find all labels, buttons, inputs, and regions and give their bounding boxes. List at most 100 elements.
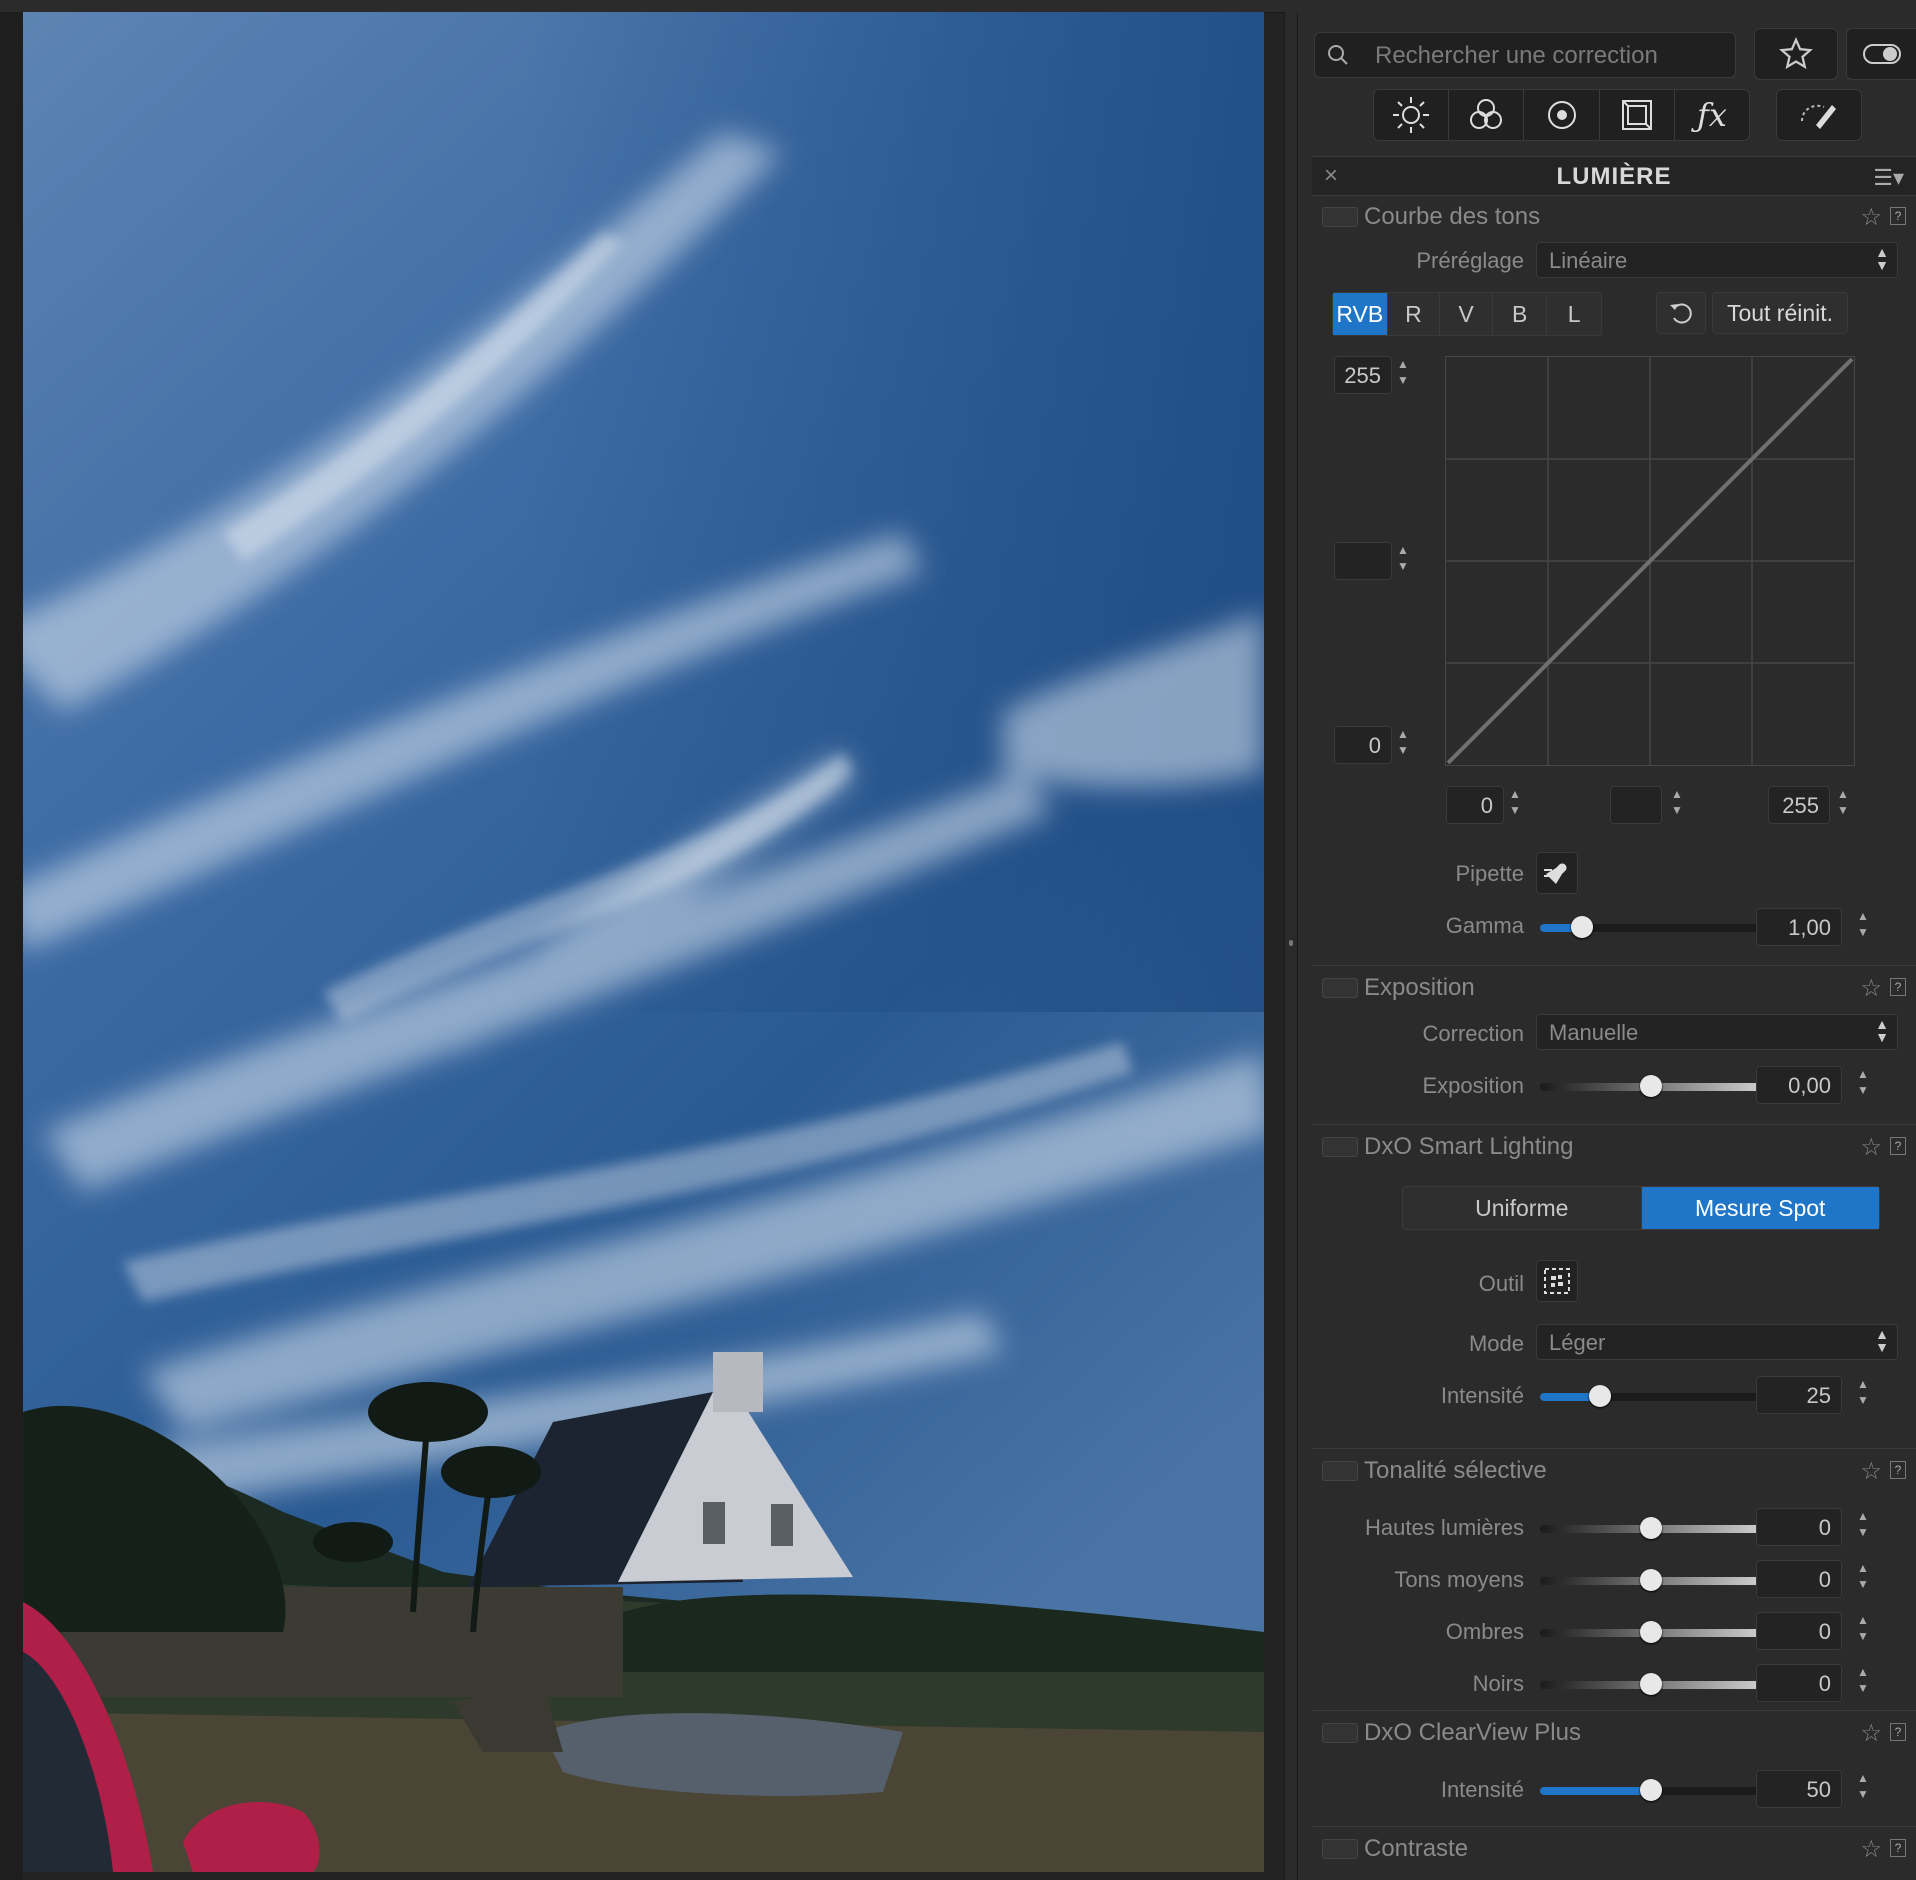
help-icon[interactable]: ? xyxy=(1890,1839,1906,1857)
star-icon[interactable]: ☆ xyxy=(1860,974,1882,1003)
panel-divider[interactable] xyxy=(1284,12,1298,1880)
smart-lighting-enable-checkbox[interactable] xyxy=(1322,1137,1358,1157)
section-title[interactable]: Contraste xyxy=(1364,1835,1468,1863)
section-title[interactable]: Courbe des tons xyxy=(1364,203,1540,231)
slider-knob[interactable] xyxy=(1640,1517,1662,1539)
help-icon[interactable]: ? xyxy=(1890,207,1906,225)
slider-knob[interactable] xyxy=(1571,916,1594,938)
shadows-slider[interactable] xyxy=(1540,1621,1762,1643)
section-title[interactable]: DxO ClearView Plus xyxy=(1364,1719,1581,1747)
output-max-stepper[interactable]: ▲ ▼ xyxy=(1394,356,1412,392)
output-max-input[interactable]: 255 xyxy=(1334,356,1392,394)
input-max-stepper[interactable]: ▲ ▼ xyxy=(1834,786,1852,822)
correction-dropdown[interactable]: Manuelle ▲ ▼ xyxy=(1536,1014,1898,1050)
exposure-slider[interactable] xyxy=(1540,1075,1762,1097)
gamma-stepper[interactable]: ▲ ▼ xyxy=(1854,908,1872,944)
output-mid-input[interactable] xyxy=(1334,542,1392,580)
section-title[interactable]: Exposition xyxy=(1364,974,1475,1002)
contrast-enable-checkbox[interactable] xyxy=(1322,1839,1358,1859)
slider-knob[interactable] xyxy=(1640,1779,1662,1801)
slider-knob[interactable] xyxy=(1640,1621,1662,1643)
input-min-stepper[interactable]: ▲ ▼ xyxy=(1506,786,1524,822)
smart-lighting-intensity-input[interactable]: 25 xyxy=(1756,1376,1842,1414)
selective-tone-enable-checkbox[interactable] xyxy=(1322,1461,1358,1481)
blacks-slider[interactable] xyxy=(1540,1673,1762,1695)
tone-curve-enable-checkbox[interactable] xyxy=(1322,207,1358,227)
exposure-enable-checkbox[interactable] xyxy=(1322,978,1358,998)
channel-v-button[interactable]: V xyxy=(1440,293,1493,335)
mode-dropdown[interactable]: Léger ▲ ▼ xyxy=(1536,1324,1898,1360)
highlights-stepper[interactable]: ▲ ▼ xyxy=(1854,1508,1872,1544)
clearview-intensity-input[interactable]: 50 xyxy=(1756,1770,1842,1808)
clearview-intensity-stepper[interactable]: ▲ ▼ xyxy=(1854,1770,1872,1806)
clearview-enable-checkbox[interactable] xyxy=(1322,1723,1358,1743)
slider-knob[interactable] xyxy=(1588,1385,1611,1407)
shadows-stepper[interactable]: ▲ ▼ xyxy=(1854,1612,1872,1648)
favorites-button[interactable] xyxy=(1754,28,1838,80)
tab-color[interactable] xyxy=(1449,90,1525,140)
divider-grip[interactable] xyxy=(1289,940,1293,946)
output-min-input[interactable]: 0 xyxy=(1334,726,1392,764)
preset-dropdown[interactable]: Linéaire ▲ ▼ xyxy=(1536,242,1898,278)
midtones-input[interactable]: 0 xyxy=(1756,1560,1842,1598)
input-max-input[interactable]: 255 xyxy=(1768,786,1830,824)
slider-knob[interactable] xyxy=(1640,1673,1662,1695)
tone-curve-graph[interactable] xyxy=(1445,356,1855,766)
section-title[interactable]: DxO Smart Lighting xyxy=(1364,1133,1573,1161)
mode-spot-button[interactable]: Mesure Spot xyxy=(1641,1187,1879,1229)
clearview-intensity-slider[interactable] xyxy=(1540,1779,1762,1801)
channel-l-button[interactable]: L xyxy=(1547,293,1601,335)
smart-lighting-intensity-slider[interactable] xyxy=(1540,1385,1762,1407)
midtones-stepper[interactable]: ▲ ▼ xyxy=(1854,1560,1872,1596)
gamma-slider[interactable] xyxy=(1540,916,1762,938)
reset-channel-button[interactable] xyxy=(1656,292,1706,334)
input-min-input[interactable]: 0 xyxy=(1446,786,1504,824)
photo-viewer[interactable] xyxy=(23,12,1264,1872)
section-exposure: Exposition ☆ ? xyxy=(1312,965,1916,1010)
star-icon[interactable]: ☆ xyxy=(1860,1835,1882,1864)
compare-toggle-button[interactable] xyxy=(1846,28,1916,80)
search-box[interactable] xyxy=(1314,32,1736,78)
search-input[interactable] xyxy=(1373,39,1717,73)
mode-uniform-button[interactable]: Uniforme xyxy=(1403,1187,1642,1229)
tab-effects[interactable]: ƒx xyxy=(1675,90,1749,140)
palette-menu-icon[interactable]: ☰▾ xyxy=(1873,165,1904,191)
blacks-stepper[interactable]: ▲ ▼ xyxy=(1854,1664,1872,1700)
slider-knob[interactable] xyxy=(1640,1569,1662,1591)
input-mid-stepper[interactable]: ▲ ▼ xyxy=(1668,786,1686,822)
help-icon[interactable]: ? xyxy=(1890,1723,1906,1741)
smart-lighting-intensity-stepper[interactable]: ▲ ▼ xyxy=(1854,1376,1872,1412)
clearview-intensity-label: Intensité xyxy=(1440,1777,1524,1802)
channel-r-button[interactable]: R xyxy=(1388,293,1441,335)
output-min-stepper[interactable]: ▲ ▼ xyxy=(1394,726,1412,762)
star-icon[interactable]: ☆ xyxy=(1860,203,1882,232)
reset-all-button[interactable]: Tout réinit. xyxy=(1712,292,1848,334)
local-adjustments-button[interactable] xyxy=(1776,89,1862,141)
help-icon[interactable]: ? xyxy=(1890,1461,1906,1479)
shadows-label: Ombres xyxy=(1445,1619,1524,1644)
slider-knob[interactable] xyxy=(1640,1075,1662,1097)
shadows-input[interactable]: 0 xyxy=(1756,1612,1842,1650)
midtones-slider[interactable] xyxy=(1540,1569,1762,1591)
help-icon[interactable]: ? xyxy=(1890,1137,1906,1155)
input-mid-input[interactable] xyxy=(1610,786,1662,824)
channel-b-button[interactable]: B xyxy=(1493,293,1548,335)
pipette-button[interactable] xyxy=(1536,852,1578,894)
output-mid-stepper[interactable]: ▲ ▼ xyxy=(1394,542,1412,578)
exposure-input[interactable]: 0,00 xyxy=(1756,1066,1842,1104)
highlights-slider[interactable] xyxy=(1540,1517,1762,1539)
tab-light[interactable] xyxy=(1374,90,1450,140)
tab-detail[interactable] xyxy=(1524,90,1600,140)
section-title[interactable]: Tonalité sélective xyxy=(1364,1457,1547,1485)
tab-geometry[interactable] xyxy=(1600,90,1675,140)
star-icon[interactable]: ☆ xyxy=(1860,1457,1882,1486)
star-icon[interactable]: ☆ xyxy=(1860,1719,1882,1748)
channel-rvb-button[interactable]: RVB xyxy=(1333,293,1388,335)
exposure-stepper[interactable]: ▲ ▼ xyxy=(1854,1066,1872,1102)
star-icon[interactable]: ☆ xyxy=(1860,1133,1882,1162)
help-icon[interactable]: ? xyxy=(1890,978,1906,996)
spot-tool-button[interactable] xyxy=(1536,1260,1578,1302)
highlights-input[interactable]: 0 xyxy=(1756,1508,1842,1546)
gamma-input[interactable]: 1,00 xyxy=(1756,908,1842,946)
blacks-input[interactable]: 0 xyxy=(1756,1664,1842,1702)
